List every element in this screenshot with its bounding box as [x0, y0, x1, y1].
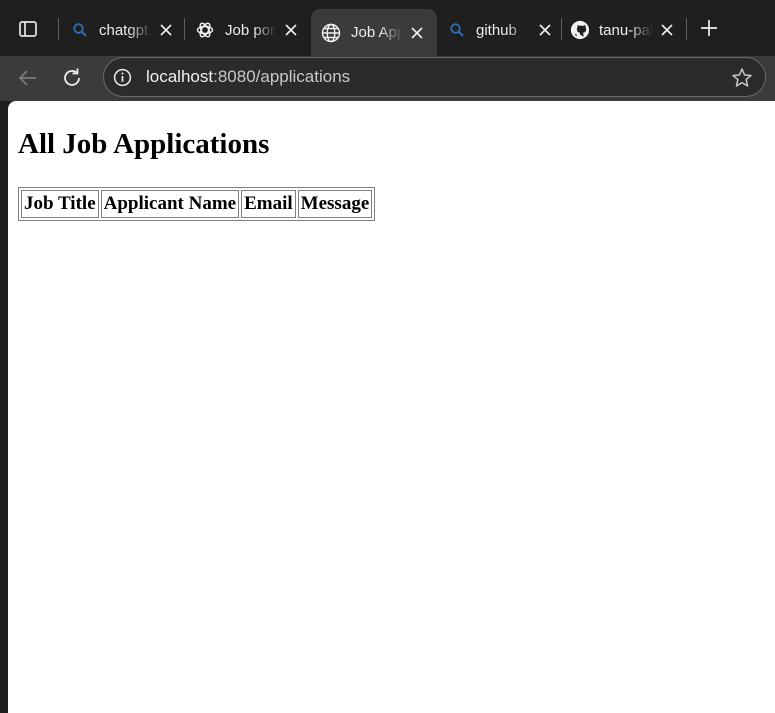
applications-table: Job Title Applicant Name Email Message	[18, 187, 376, 221]
url-host: localhost	[146, 67, 214, 86]
page-viewport: All Job Applications Job Title Applicant…	[8, 101, 775, 713]
column-header-email: Email	[241, 190, 296, 218]
browser-toolbar: localhost:8080/applications	[0, 56, 775, 101]
tab-title: github	[476, 21, 517, 39]
tab-job-portal[interactable]: Job portal	[185, 10, 309, 50]
back-arrow-icon	[18, 70, 36, 86]
close-icon[interactable]	[658, 21, 676, 39]
tab-title: tanu-pal	[599, 21, 653, 39]
close-icon[interactable]	[536, 21, 554, 39]
tab-actions-icon[interactable]	[12, 14, 44, 44]
tab-chatgpt[interactable]: chatgpt	[60, 10, 182, 50]
reload-button[interactable]	[57, 63, 87, 93]
github-icon	[570, 20, 590, 40]
table-header-row: Job Title Applicant Name Email Message	[21, 190, 373, 218]
page-content: All Job Applications Job Title Applicant…	[8, 127, 775, 221]
tab-title: Job Applications	[351, 24, 403, 41]
star-icon[interactable]	[731, 67, 753, 89]
back-button[interactable]	[13, 63, 43, 93]
column-header-job-title: Job Title	[21, 190, 99, 218]
tab-tanu-pal[interactable]: tanu-pal	[560, 10, 684, 50]
search-icon	[70, 20, 90, 40]
globe-icon	[321, 23, 341, 43]
tab-title: Job portal	[225, 21, 277, 39]
new-tab-button[interactable]	[696, 15, 722, 41]
search-icon	[447, 20, 467, 40]
tab-job-applications[interactable]: Job Applications	[311, 9, 437, 56]
tab-separator	[58, 18, 59, 40]
url-text[interactable]: localhost:8080/applications	[146, 67, 350, 87]
address-bar[interactable]: localhost:8080/applications	[103, 57, 766, 97]
chatgpt-icon	[195, 20, 215, 40]
url-path: :8080/applications	[213, 67, 351, 86]
site-info-icon[interactable]	[113, 68, 132, 87]
page-title: All Job Applications	[18, 128, 270, 160]
column-header-applicant-name: Applicant Name	[100, 190, 240, 218]
column-header-message: Message	[297, 190, 373, 218]
reload-icon	[64, 68, 80, 86]
tab-separator	[686, 18, 687, 40]
close-icon[interactable]	[157, 21, 175, 39]
tab-github-search[interactable]: github	[437, 10, 559, 50]
plus-icon	[701, 20, 717, 36]
close-icon[interactable]	[282, 21, 300, 39]
tab-title: chatgpt	[99, 21, 149, 39]
close-icon[interactable]	[408, 24, 426, 42]
tab-strip: chatgpt Job portal Job Applications gith…	[0, 0, 775, 56]
